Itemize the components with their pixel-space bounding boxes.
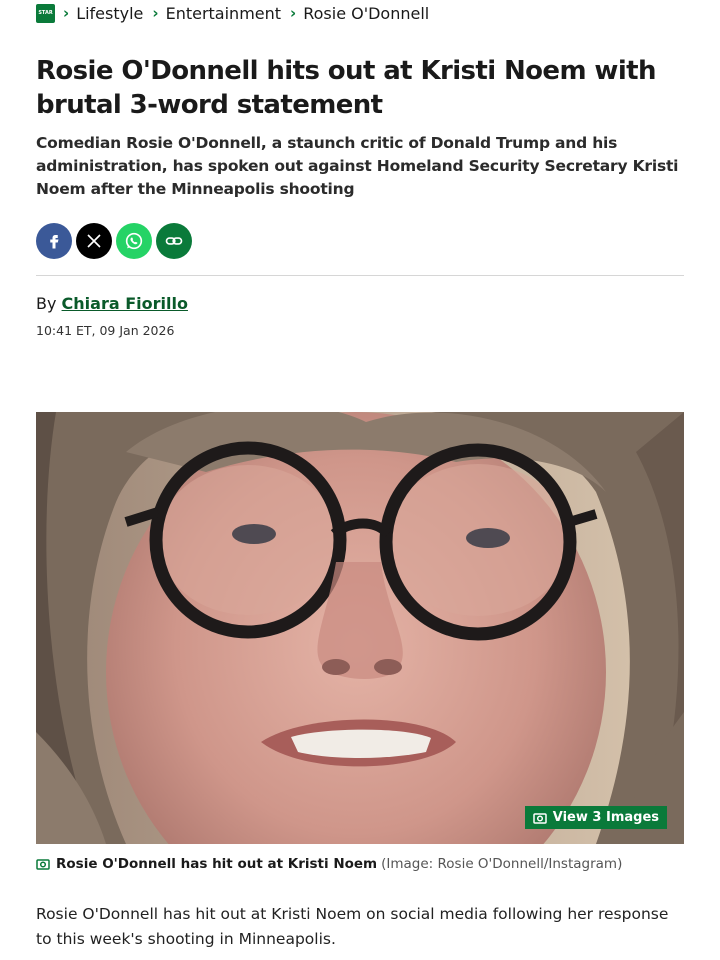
chevron-right-icon: › xyxy=(63,4,70,22)
caption-credit: (Image: Rosie O'Donnell/Instagram) xyxy=(381,856,623,872)
portrait-illustration xyxy=(36,412,684,844)
byline: By Chiara Fiorillo xyxy=(36,294,188,313)
breadcrumb: STAR › Lifestyle › Entertainment › Rosie… xyxy=(36,2,438,24)
article-standfirst: Comedian Rosie O'Donnell, a staunch crit… xyxy=(36,134,679,198)
divider xyxy=(36,275,684,276)
breadcrumb-lifestyle[interactable]: Lifestyle xyxy=(76,4,143,23)
view-images-button[interactable]: View 3 Images xyxy=(524,806,667,829)
chevron-right-icon: › xyxy=(152,4,159,22)
x-share-button[interactable] xyxy=(76,223,112,259)
copy-link-button[interactable] xyxy=(156,223,192,259)
facebook-icon xyxy=(50,235,59,249)
image-caption: Rosie O'Donnell has hit out at Kristi No… xyxy=(36,856,622,872)
x-icon xyxy=(87,234,101,248)
publish-timestamp: 10:41 ET, 09 Jan 2026 xyxy=(36,323,175,338)
author-link[interactable]: Chiara Fiorillo xyxy=(62,294,188,313)
link-icon xyxy=(165,237,183,245)
breadcrumb-rosie-odonnell[interactable]: Rosie O'Donnell xyxy=(303,4,429,23)
camera-icon xyxy=(533,812,547,824)
article-body-paragraph: Rosie O'Donnell has hit out at Kristi No… xyxy=(36,905,669,948)
facebook-share-button[interactable] xyxy=(36,223,72,259)
camera-icon xyxy=(36,858,50,870)
view-images-label: View 3 Images xyxy=(552,810,659,825)
caption-text: Rosie O'Donnell has hit out at Kristi No… xyxy=(56,856,378,872)
hero-image[interactable]: View 3 Images xyxy=(36,412,684,844)
whatsapp-icon xyxy=(125,232,143,250)
breadcrumb-entertainment[interactable]: Entertainment xyxy=(166,4,281,23)
article-headline: Rosie O'Donnell hits out at Kristi Noem … xyxy=(36,56,656,120)
chevron-right-icon: › xyxy=(290,4,297,22)
whatsapp-share-button[interactable] xyxy=(116,223,152,259)
daily-star-logo[interactable]: STAR xyxy=(36,3,55,23)
share-bar xyxy=(36,223,192,259)
byline-prefix: By xyxy=(36,294,57,313)
